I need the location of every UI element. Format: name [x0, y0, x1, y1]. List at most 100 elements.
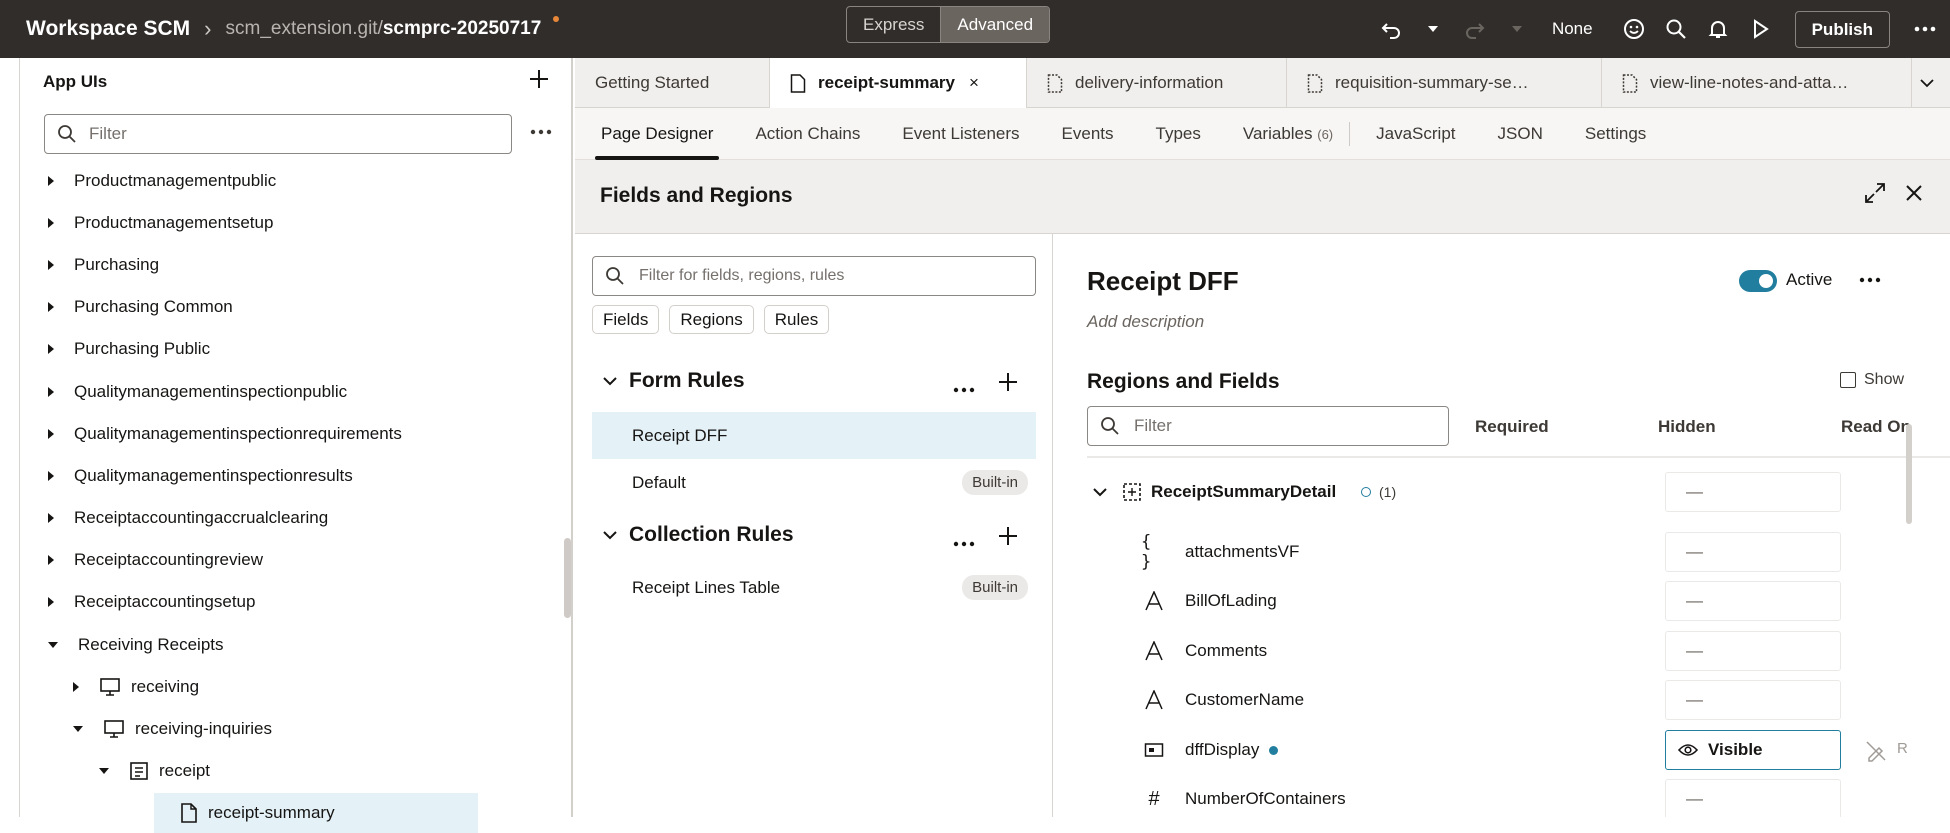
tree-item[interactable]: Purchasing — [48, 245, 548, 285]
rule-row-selected[interactable]: Receipt DFF — [592, 412, 1036, 459]
region-row[interactable]: ReceiptSummaryDetail (1) — — [1087, 468, 1917, 516]
subtab-page-designer[interactable]: Page Designer — [594, 108, 720, 160]
collapse-icon[interactable] — [73, 726, 83, 732]
expand-icon[interactable] — [48, 302, 54, 312]
tree-item[interactable]: Qualitymanagementinspectionrequirements — [48, 414, 548, 454]
close-icon[interactable] — [1905, 184, 1923, 207]
expand-icon[interactable] — [48, 260, 54, 270]
more-icon[interactable] — [953, 534, 975, 552]
expand-icon[interactable] — [48, 218, 54, 228]
hidden-cell[interactable]: — — [1665, 631, 1841, 671]
collapse-icon[interactable] — [99, 768, 109, 774]
hidden-cell[interactable]: — — [1665, 779, 1841, 817]
tree-item[interactable]: receipt — [99, 751, 548, 791]
tree-item[interactable]: Purchasing Common — [48, 287, 548, 327]
undo-menu-icon[interactable] — [1418, 14, 1448, 44]
expand-icon[interactable] — [48, 176, 54, 186]
fields-filter-input[interactable]: Filter — [1087, 406, 1449, 446]
search-icon[interactable] — [1661, 14, 1691, 44]
hidden-cell-visible[interactable]: Visible — [1665, 730, 1841, 770]
tree-item[interactable]: receiving-inquiries — [73, 709, 548, 749]
bell-icon[interactable] — [1703, 14, 1733, 44]
tree-item[interactable]: Receiptaccountingreview — [48, 540, 548, 580]
hidden-cell[interactable]: — — [1665, 472, 1841, 512]
subtab-settings[interactable]: Settings — [1585, 108, 1646, 160]
tree-item[interactable]: Qualitymanagementinspectionresults — [48, 456, 548, 496]
edit-off-icon[interactable] — [1865, 740, 1887, 767]
express-mode-button[interactable]: Express — [847, 7, 940, 42]
field-row[interactable]: BillOfLading — — [1087, 577, 1917, 625]
chip-fields[interactable]: Fields — [592, 305, 660, 334]
chip-rules[interactable]: Rules — [763, 305, 830, 334]
hidden-cell[interactable]: — — [1665, 680, 1841, 720]
expand-icon[interactable] — [48, 555, 54, 565]
hidden-cell[interactable]: — — [1665, 532, 1841, 572]
tree-item[interactable]: Productmanagementpublic — [48, 161, 548, 201]
subtab-types[interactable]: Types — [1156, 108, 1201, 160]
expand-icon[interactable] — [48, 513, 54, 523]
chevron-down-icon[interactable] — [1093, 488, 1107, 497]
undo-icon[interactable] — [1376, 14, 1406, 44]
field-row[interactable]: CustomerName — — [1087, 676, 1917, 724]
chip-regions[interactable]: Regions — [669, 305, 754, 334]
subtab-javascript[interactable]: JavaScript — [1376, 108, 1455, 160]
form-rules-header[interactable]: Form Rules — [603, 369, 745, 393]
expand-icon[interactable] — [73, 682, 79, 692]
rule-description[interactable]: Add description — [1087, 312, 1204, 332]
subtab-variables[interactable]: Variables (6) — [1243, 108, 1333, 160]
active-toggle[interactable] — [1739, 270, 1777, 292]
expand-icon[interactable] — [48, 387, 54, 397]
tab-view-line-notes[interactable]: view-line-notes-and-atta… — [1602, 58, 1912, 108]
advanced-mode-button[interactable]: Advanced — [940, 7, 1050, 42]
run-icon[interactable] — [1745, 14, 1775, 44]
publish-button[interactable]: Publish — [1794, 10, 1890, 48]
tab-getting-started[interactable]: Getting Started — [575, 58, 770, 108]
smiley-icon[interactable] — [1619, 14, 1649, 44]
close-icon[interactable]: × — [969, 73, 979, 93]
branch-name[interactable]: scmprc-20250717 — [383, 18, 541, 40]
redo-menu-icon[interactable] — [1502, 14, 1532, 44]
tree-item[interactable]: Purchasing Public — [48, 329, 548, 369]
expand-icon[interactable] — [48, 429, 54, 439]
navigator-filter-input[interactable]: Filter — [44, 114, 512, 154]
add-icon[interactable] — [528, 68, 550, 95]
repo-path[interactable]: scm_extension.git/ — [226, 18, 383, 40]
expand-icon[interactable] — [48, 597, 54, 607]
rule-row[interactable]: Receipt Lines Table Built-in — [592, 564, 1036, 611]
hidden-cell[interactable]: — — [1665, 581, 1841, 621]
field-row[interactable]: Comments — — [1087, 627, 1917, 675]
tree-item-selected[interactable]: receipt-summary — [154, 793, 478, 833]
rule-row[interactable]: Default Built-in — [592, 459, 1036, 506]
redo-icon[interactable] — [1460, 14, 1490, 44]
tab-overflow[interactable] — [1912, 58, 1950, 108]
workspace-title[interactable]: Workspace SCM — [26, 17, 190, 41]
collection-rules-header[interactable]: Collection Rules — [603, 523, 794, 547]
more-icon[interactable] — [1910, 14, 1940, 44]
add-icon[interactable] — [997, 371, 1019, 398]
collapse-icon[interactable] — [48, 642, 58, 648]
field-row[interactable]: { } attachmentsVF — — [1087, 528, 1917, 576]
subtab-action-chains[interactable]: Action Chains — [755, 108, 860, 160]
expand-icon[interactable] — [48, 471, 54, 481]
subtab-event-listeners[interactable]: Event Listeners — [902, 108, 1019, 160]
more-icon[interactable] — [530, 122, 552, 140]
tree-item[interactable]: receiving — [73, 667, 548, 707]
navigator-scrollbar[interactable] — [564, 538, 571, 618]
checkbox-icon[interactable] — [1840, 372, 1856, 388]
tab-delivery-information[interactable]: delivery-information — [1027, 58, 1287, 108]
target-selector[interactable]: None — [1552, 19, 1593, 39]
more-icon[interactable] — [1859, 270, 1881, 288]
tab-receipt-summary[interactable]: receipt-summary × — [770, 58, 1027, 108]
tab-requisition-summary[interactable]: requisition-summary-se… — [1287, 58, 1602, 108]
tree-item[interactable]: Productmanagementsetup — [48, 203, 548, 243]
add-icon[interactable] — [997, 525, 1019, 552]
expand-icon[interactable] — [48, 344, 54, 354]
field-row[interactable]: dffDisplay Visible R — [1087, 726, 1917, 774]
tree-item[interactable]: Receiptaccountingaccrualclearing — [48, 498, 548, 538]
rules-filter-input[interactable]: Filter for fields, regions, rules — [592, 256, 1036, 296]
expand-icon[interactable] — [1864, 182, 1886, 209]
more-icon[interactable] — [953, 380, 975, 398]
tree-item[interactable]: Receiving Receipts — [48, 625, 548, 665]
tree-item[interactable]: Qualitymanagementinspectionpublic — [48, 372, 548, 412]
subtab-events[interactable]: Events — [1062, 108, 1114, 160]
